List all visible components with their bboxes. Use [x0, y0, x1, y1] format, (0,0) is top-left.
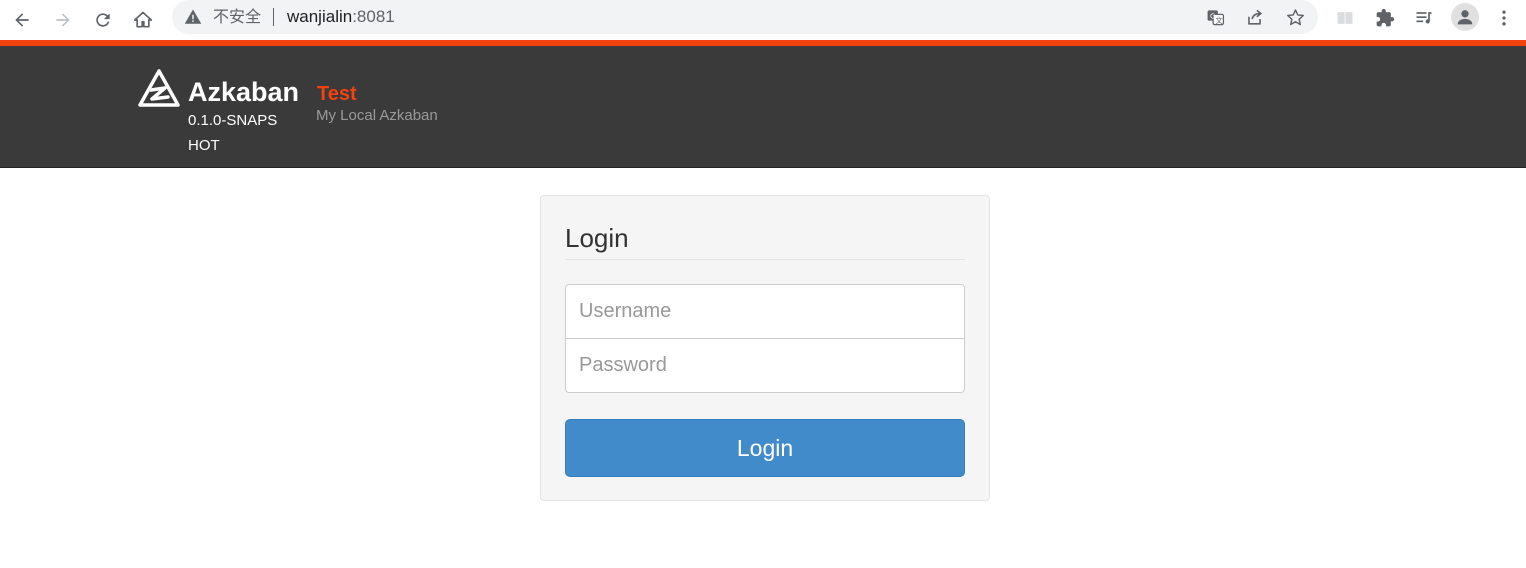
- reading-mode-icon[interactable]: [1331, 4, 1359, 32]
- login-title: Login: [565, 223, 965, 260]
- translate-icon[interactable]: G文: [1203, 5, 1227, 29]
- reload-icon[interactable]: [87, 4, 119, 36]
- address-divider: [273, 8, 274, 26]
- back-arrow-icon[interactable]: [6, 4, 38, 36]
- username-input[interactable]: [565, 284, 965, 339]
- url-text[interactable]: wanjialin:8081: [287, 6, 395, 28]
- url-host: wanjialin: [287, 7, 353, 26]
- login-panel: Login Login: [540, 195, 990, 501]
- profile-icon[interactable]: [1451, 3, 1479, 31]
- media-queue-icon[interactable]: [1410, 4, 1438, 32]
- password-input[interactable]: [565, 338, 965, 393]
- environment-name: Test: [317, 83, 357, 105]
- star-icon[interactable]: [1283, 5, 1307, 29]
- azkaban-logo-icon[interactable]: [138, 68, 180, 108]
- puzzle-icon[interactable]: [1371, 4, 1399, 32]
- browser-toolbar: 不安全 wanjialin:8081 G文: [0, 0, 1526, 40]
- url-port: :8081: [352, 7, 395, 26]
- login-button[interactable]: Login: [565, 419, 965, 477]
- warning-triangle-icon[interactable]: [184, 8, 202, 26]
- security-status-label[interactable]: 不安全: [213, 6, 261, 28]
- svg-text:G: G: [1209, 11, 1215, 20]
- kebab-menu-icon[interactable]: [1490, 4, 1518, 32]
- forward-arrow-icon[interactable]: [47, 4, 79, 36]
- address-bar[interactable]: 不安全 wanjialin:8081 G文: [172, 0, 1318, 34]
- svg-text:文: 文: [1215, 16, 1222, 25]
- home-icon[interactable]: [127, 4, 159, 36]
- version-label: 0.1.0-SNAPSHOT: [188, 112, 278, 154]
- environment-description: My Local Azkaban: [316, 107, 438, 124]
- brand-name[interactable]: Azkaban: [188, 76, 299, 108]
- azkaban-header: Azkaban 0.1.0-SNAPSHOT Test My Local Azk…: [0, 46, 1526, 168]
- share-icon[interactable]: [1242, 5, 1266, 29]
